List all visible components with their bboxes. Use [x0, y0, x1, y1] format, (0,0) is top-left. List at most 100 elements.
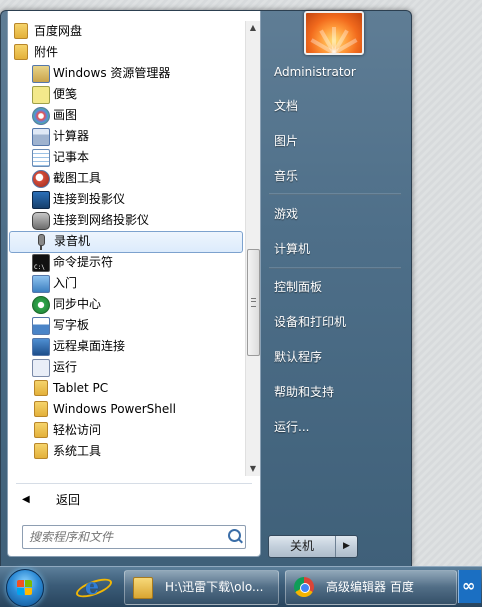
program-item-sync-center[interactable]: 同步中心: [8, 294, 242, 314]
internet-explorer-icon: e: [85, 574, 99, 600]
program-item-projector[interactable]: 连接到投影仪: [8, 189, 242, 209]
program-label: Windows PowerShell: [53, 402, 176, 416]
shutdown-button[interactable]: 关机: [269, 536, 336, 557]
search-box[interactable]: [22, 525, 246, 549]
right-item-music[interactable]: 音乐: [266, 163, 412, 189]
program-label: Windows 资源管理器: [53, 66, 171, 80]
program-label: Tablet PC: [53, 381, 109, 395]
program-label: 命令提示符: [53, 255, 114, 269]
scroll-up-icon[interactable]: ▲: [246, 21, 260, 35]
program-item-network-projector[interactable]: 连接到网络投影仪: [8, 210, 242, 230]
folder-icon: [14, 23, 28, 39]
paint-icon: [32, 107, 50, 125]
program-label: 计算器: [53, 129, 90, 143]
back-label: 返回: [56, 493, 81, 507]
program-label: 画图: [53, 108, 78, 122]
back-button[interactable]: ◀ 返回: [18, 488, 244, 512]
program-item-wordpad[interactable]: 写字板: [8, 315, 242, 335]
program-item-run[interactable]: 运行: [8, 357, 242, 377]
getting-started-icon: [32, 275, 50, 293]
internet-explorer-button[interactable]: e: [66, 570, 118, 604]
program-item-remote-desktop[interactable]: 远程桌面连接: [8, 336, 242, 356]
program-item-baidu-netdisk[interactable]: 百度网盘: [8, 21, 242, 41]
user-avatar[interactable]: [304, 11, 364, 55]
notepad-icon: [32, 149, 50, 167]
right-item-computer[interactable]: 计算机: [266, 236, 412, 262]
right-item-documents[interactable]: 文档: [266, 93, 412, 119]
program-item-system-tools[interactable]: 系统工具: [8, 441, 242, 461]
search-icon[interactable]: [228, 529, 241, 542]
right-item-default-programs[interactable]: 默认程序: [266, 344, 412, 370]
taskbar-explorer-window[interactable]: H:\迅雷下载\olo...: [124, 570, 279, 605]
shutdown-options-arrow-icon[interactable]: ▶: [336, 536, 357, 557]
program-label: 记事本: [53, 150, 90, 164]
program-item-calculator[interactable]: 计算器: [8, 126, 242, 146]
right-item-devices-printers[interactable]: 设备和打印机: [266, 309, 412, 335]
network-projector-icon: [32, 212, 50, 230]
folder-icon: [133, 577, 153, 599]
snipping-tool-icon: [32, 170, 50, 188]
start-menu: 百度网盘 附件 Windows 资源管理器 便笺 画图 计算器 记事本 截图工具…: [0, 10, 412, 567]
run-icon: [32, 359, 50, 377]
program-list-scrollbar[interactable]: ▲ ▼: [245, 21, 260, 476]
divider: [16, 483, 252, 484]
program-label: 连接到投影仪: [53, 192, 126, 206]
program-item-getting-started[interactable]: 入门: [8, 273, 242, 293]
program-item-command-prompt[interactable]: 命令提示符: [8, 252, 242, 278]
start-button[interactable]: [6, 569, 44, 607]
program-label: 写字板: [53, 318, 90, 332]
program-pane: 百度网盘 附件 Windows 资源管理器 便笺 画图 计算器 记事本 截图工具…: [7, 11, 261, 557]
program-item-ease-of-access[interactable]: 轻松访问: [8, 420, 242, 440]
right-item-run[interactable]: 运行...: [266, 414, 412, 440]
folder-icon: [34, 443, 48, 459]
taskbar: e H:\迅雷下载\olo... 高级编辑器 百度: [0, 566, 482, 607]
projector-icon: [32, 191, 50, 209]
scroll-down-icon[interactable]: ▼: [246, 462, 260, 476]
right-item-control-panel[interactable]: 控制面板: [266, 274, 412, 300]
taskbar-chrome-window[interactable]: 高级编辑器 百度: [285, 570, 457, 605]
program-label: 同步中心: [53, 297, 102, 311]
sticky-notes-icon: [32, 86, 50, 104]
right-item-games[interactable]: 游戏: [266, 201, 412, 227]
folder-icon: [34, 401, 48, 417]
wordpad-icon: [32, 317, 50, 335]
program-item-accessories[interactable]: 附件: [8, 42, 242, 62]
search-input[interactable]: [27, 528, 221, 546]
program-label: 入门: [53, 276, 78, 290]
program-item-explorer[interactable]: Windows 资源管理器: [8, 63, 242, 83]
right-item-help-support[interactable]: 帮助和支持: [266, 379, 412, 405]
tray-app-icon[interactable]: [458, 570, 481, 603]
program-item-powershell[interactable]: Windows PowerShell: [8, 399, 242, 419]
program-label: 截图工具: [53, 171, 102, 185]
explorer-icon: [32, 65, 50, 83]
scrollbar-thumb[interactable]: [247, 249, 260, 356]
shutdown-button-group: 关机 ▶: [268, 535, 358, 558]
program-label: 运行: [53, 360, 78, 374]
program-item-sticky-notes[interactable]: 便笺: [8, 84, 242, 104]
remote-desktop-icon: [32, 338, 50, 356]
program-item-notepad[interactable]: 记事本: [8, 147, 242, 167]
program-item-sound-recorder[interactable]: 录音机: [9, 231, 243, 253]
program-label: 附件: [34, 45, 59, 59]
right-item-administrator[interactable]: Administrator: [266, 59, 412, 85]
program-item-paint[interactable]: 画图: [8, 105, 242, 125]
program-item-tablet-pc[interactable]: Tablet PC: [8, 378, 242, 398]
program-label: 系统工具: [53, 444, 102, 458]
chrome-icon: [294, 577, 314, 597]
program-label: 录音机: [54, 234, 91, 248]
command-prompt-icon: [32, 254, 50, 278]
program-label: 连接到网络投影仪: [53, 213, 150, 227]
folder-icon: [14, 44, 28, 60]
program-label: 百度网盘: [34, 24, 83, 38]
microphone-icon: [33, 234, 49, 250]
taskbar-window-label: H:\迅雷下载\olo...: [165, 580, 264, 594]
taskbar-window-label: 高级编辑器 百度: [326, 580, 414, 594]
folder-icon: [34, 422, 48, 438]
separator: [269, 267, 401, 269]
folder-icon: [34, 380, 48, 396]
program-label: 轻松访问: [53, 423, 102, 437]
program-item-snipping-tool[interactable]: 截图工具: [8, 168, 242, 188]
separator: [269, 193, 401, 195]
right-item-pictures[interactable]: 图片: [266, 128, 412, 154]
back-arrow-icon: ◀: [22, 494, 30, 505]
